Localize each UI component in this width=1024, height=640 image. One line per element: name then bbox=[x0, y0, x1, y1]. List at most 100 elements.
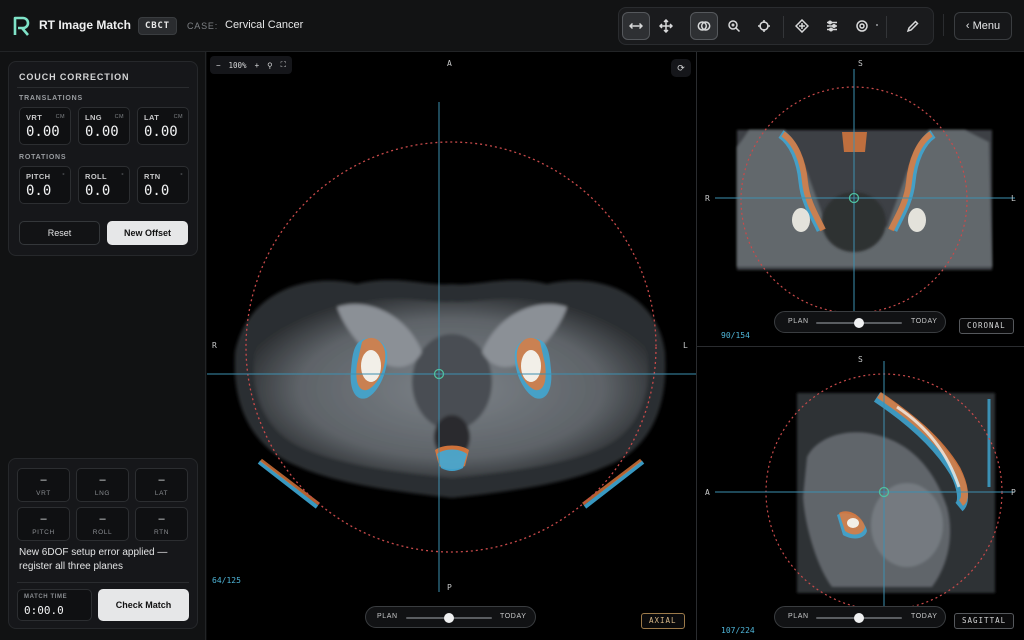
couch-correction-panel: COUCH CORRECTION TRANSLATIONS VRT CM 0.0… bbox=[8, 61, 198, 256]
tool-toolbar bbox=[618, 7, 934, 45]
error-rtn-value: – bbox=[158, 513, 165, 525]
coronal-viewport[interactable]: S R L 90/154 PLAN TODAY CORONAL bbox=[697, 52, 1024, 346]
refresh-icon: ⟳ bbox=[677, 62, 685, 73]
error-rtn-label: RTN bbox=[153, 529, 170, 536]
match-time-label: MATCH TIME bbox=[24, 594, 68, 600]
reset-view-button[interactable]: ⟳ bbox=[671, 59, 691, 77]
pencil-tool[interactable] bbox=[899, 12, 927, 40]
error-roll-value: – bbox=[99, 513, 106, 525]
blend-knob[interactable] bbox=[854, 613, 864, 623]
target-tool[interactable] bbox=[788, 12, 816, 40]
blend-today-label: TODAY bbox=[911, 318, 938, 325]
orientation-anterior: A bbox=[705, 488, 710, 497]
lng-label: LNG bbox=[85, 113, 103, 122]
roll-field[interactable]: ROLL ° 0.0 bbox=[78, 166, 130, 204]
lat-field[interactable]: LAT CM 0.00 bbox=[137, 107, 189, 145]
overlay-icon bbox=[697, 21, 711, 31]
vrt-unit: CM bbox=[55, 114, 65, 120]
blend-plan-label: PLAN bbox=[377, 613, 398, 620]
move-icon bbox=[659, 19, 673, 33]
error-lat-label: LAT bbox=[154, 490, 169, 497]
orientation-left: L bbox=[1011, 194, 1016, 203]
slice-indicator: 107/224 bbox=[721, 626, 755, 635]
sagittal-scan-image bbox=[715, 361, 1015, 611]
sagittal-viewport[interactable]: S A P 107/224 PLAN TODAY SAGITTAL bbox=[697, 347, 1024, 640]
lng-unit: CM bbox=[114, 114, 124, 120]
pitch-field[interactable]: PITCH ° 0.0 bbox=[19, 166, 71, 204]
error-lat-value: – bbox=[158, 474, 165, 486]
setup-error-message: New 6DOF setup error applied — register … bbox=[19, 547, 168, 572]
menu-button[interactable]: ‹ Menu bbox=[954, 12, 1012, 40]
orientation-superior: S bbox=[858, 355, 863, 364]
axial-scan-image bbox=[207, 102, 696, 592]
rtn-label: RTN bbox=[144, 172, 161, 181]
error-rtn: – RTN bbox=[135, 507, 188, 541]
zoom-out-button[interactable]: − bbox=[216, 61, 221, 70]
check-match-button[interactable]: Check Match bbox=[98, 589, 189, 621]
top-bar: RT Image Match CBCT CASE: Cervical Cance… bbox=[0, 0, 1024, 52]
error-roll: – ROLL bbox=[76, 507, 129, 541]
orientation-posterior: P bbox=[447, 583, 452, 592]
zoom-in-button[interactable]: + bbox=[255, 61, 260, 70]
error-lng-label: LNG bbox=[94, 490, 111, 497]
sliders-tool[interactable] bbox=[818, 12, 846, 40]
contour-tool[interactable] bbox=[848, 12, 876, 40]
blend-knob[interactable] bbox=[444, 613, 454, 623]
slice-indicator: 64/125 bbox=[212, 576, 241, 585]
orientation-anterior: A bbox=[447, 59, 452, 68]
setup-error-panel: – VRT – LNG – LAT – PITCH – ROLL – RTN N… bbox=[8, 458, 198, 629]
lng-field[interactable]: LNG CM 0.00 bbox=[78, 107, 130, 145]
lng-value: 0.00 bbox=[85, 124, 119, 140]
target-icon bbox=[795, 19, 809, 33]
orientation-superior: S bbox=[858, 59, 863, 68]
move-tool[interactable] bbox=[652, 12, 680, 40]
pitch-unit: ° bbox=[62, 173, 65, 179]
lat-label: LAT bbox=[144, 113, 160, 122]
modality-badge: CBCT bbox=[138, 17, 177, 35]
orientation-right: R bbox=[212, 341, 217, 350]
error-pitch-value: – bbox=[40, 513, 47, 525]
error-lng: – LNG bbox=[76, 468, 129, 502]
error-lng-value: – bbox=[99, 474, 106, 486]
blend-today-label: TODAY bbox=[500, 613, 527, 620]
couch-correction-title: COUCH CORRECTION bbox=[19, 72, 130, 82]
orientation-posterior: P bbox=[1011, 488, 1016, 497]
error-roll-label: ROLL bbox=[92, 529, 113, 536]
rtn-field[interactable]: RTN ° 0.0 bbox=[137, 166, 189, 204]
error-lat: – LAT bbox=[135, 468, 188, 502]
case-name: Cervical Cancer bbox=[225, 19, 304, 31]
overlay-tool[interactable] bbox=[690, 12, 718, 40]
plane-label: AXIAL bbox=[641, 613, 685, 629]
vrt-field[interactable]: VRT CM 0.00 bbox=[19, 107, 71, 145]
crosshair-tool[interactable] bbox=[750, 12, 778, 40]
lat-value: 0.00 bbox=[144, 124, 178, 140]
zoom-tool[interactable] bbox=[720, 12, 748, 40]
reset-button[interactable]: Reset bbox=[19, 221, 100, 245]
fit-icon[interactable]: ⛶ bbox=[281, 60, 286, 70]
pan-horizontal-icon bbox=[629, 22, 643, 30]
pencil-icon bbox=[906, 20, 919, 33]
translations-label: TRANSLATIONS bbox=[19, 95, 83, 102]
match-time-value: 0:00.0 bbox=[24, 604, 64, 617]
blend-slider[interactable]: PLAN TODAY bbox=[774, 606, 946, 628]
axial-viewport[interactable]: − 100% + ⚲ ⛶ ⟳ A P R L 64/125 PLAN TODAY… bbox=[207, 52, 696, 640]
rotations-label: ROTATIONS bbox=[19, 154, 67, 161]
zoom-icon bbox=[728, 20, 741, 33]
pin-icon[interactable]: ⚲ bbox=[267, 61, 273, 70]
app-title: RT Image Match bbox=[39, 18, 132, 32]
new-offset-button[interactable]: New Offset bbox=[107, 221, 188, 245]
blend-plan-label: PLAN bbox=[788, 318, 809, 325]
blend-slider[interactable]: PLAN TODAY bbox=[774, 311, 946, 333]
contour-dropdown-dot bbox=[876, 24, 878, 26]
pitch-label: PITCH bbox=[26, 172, 51, 181]
header-divider bbox=[943, 14, 944, 36]
plane-label: CORONAL bbox=[959, 318, 1014, 334]
divider bbox=[17, 582, 189, 583]
plane-label: SAGITTAL bbox=[954, 613, 1015, 629]
case-label: CASE: bbox=[187, 21, 219, 31]
blend-knob[interactable] bbox=[854, 318, 864, 328]
coronal-scan-image bbox=[715, 69, 1015, 314]
pan-horizontal-tool[interactable] bbox=[622, 12, 650, 40]
vrt-value: 0.00 bbox=[26, 124, 60, 140]
blend-slider[interactable]: PLAN TODAY bbox=[365, 606, 536, 628]
